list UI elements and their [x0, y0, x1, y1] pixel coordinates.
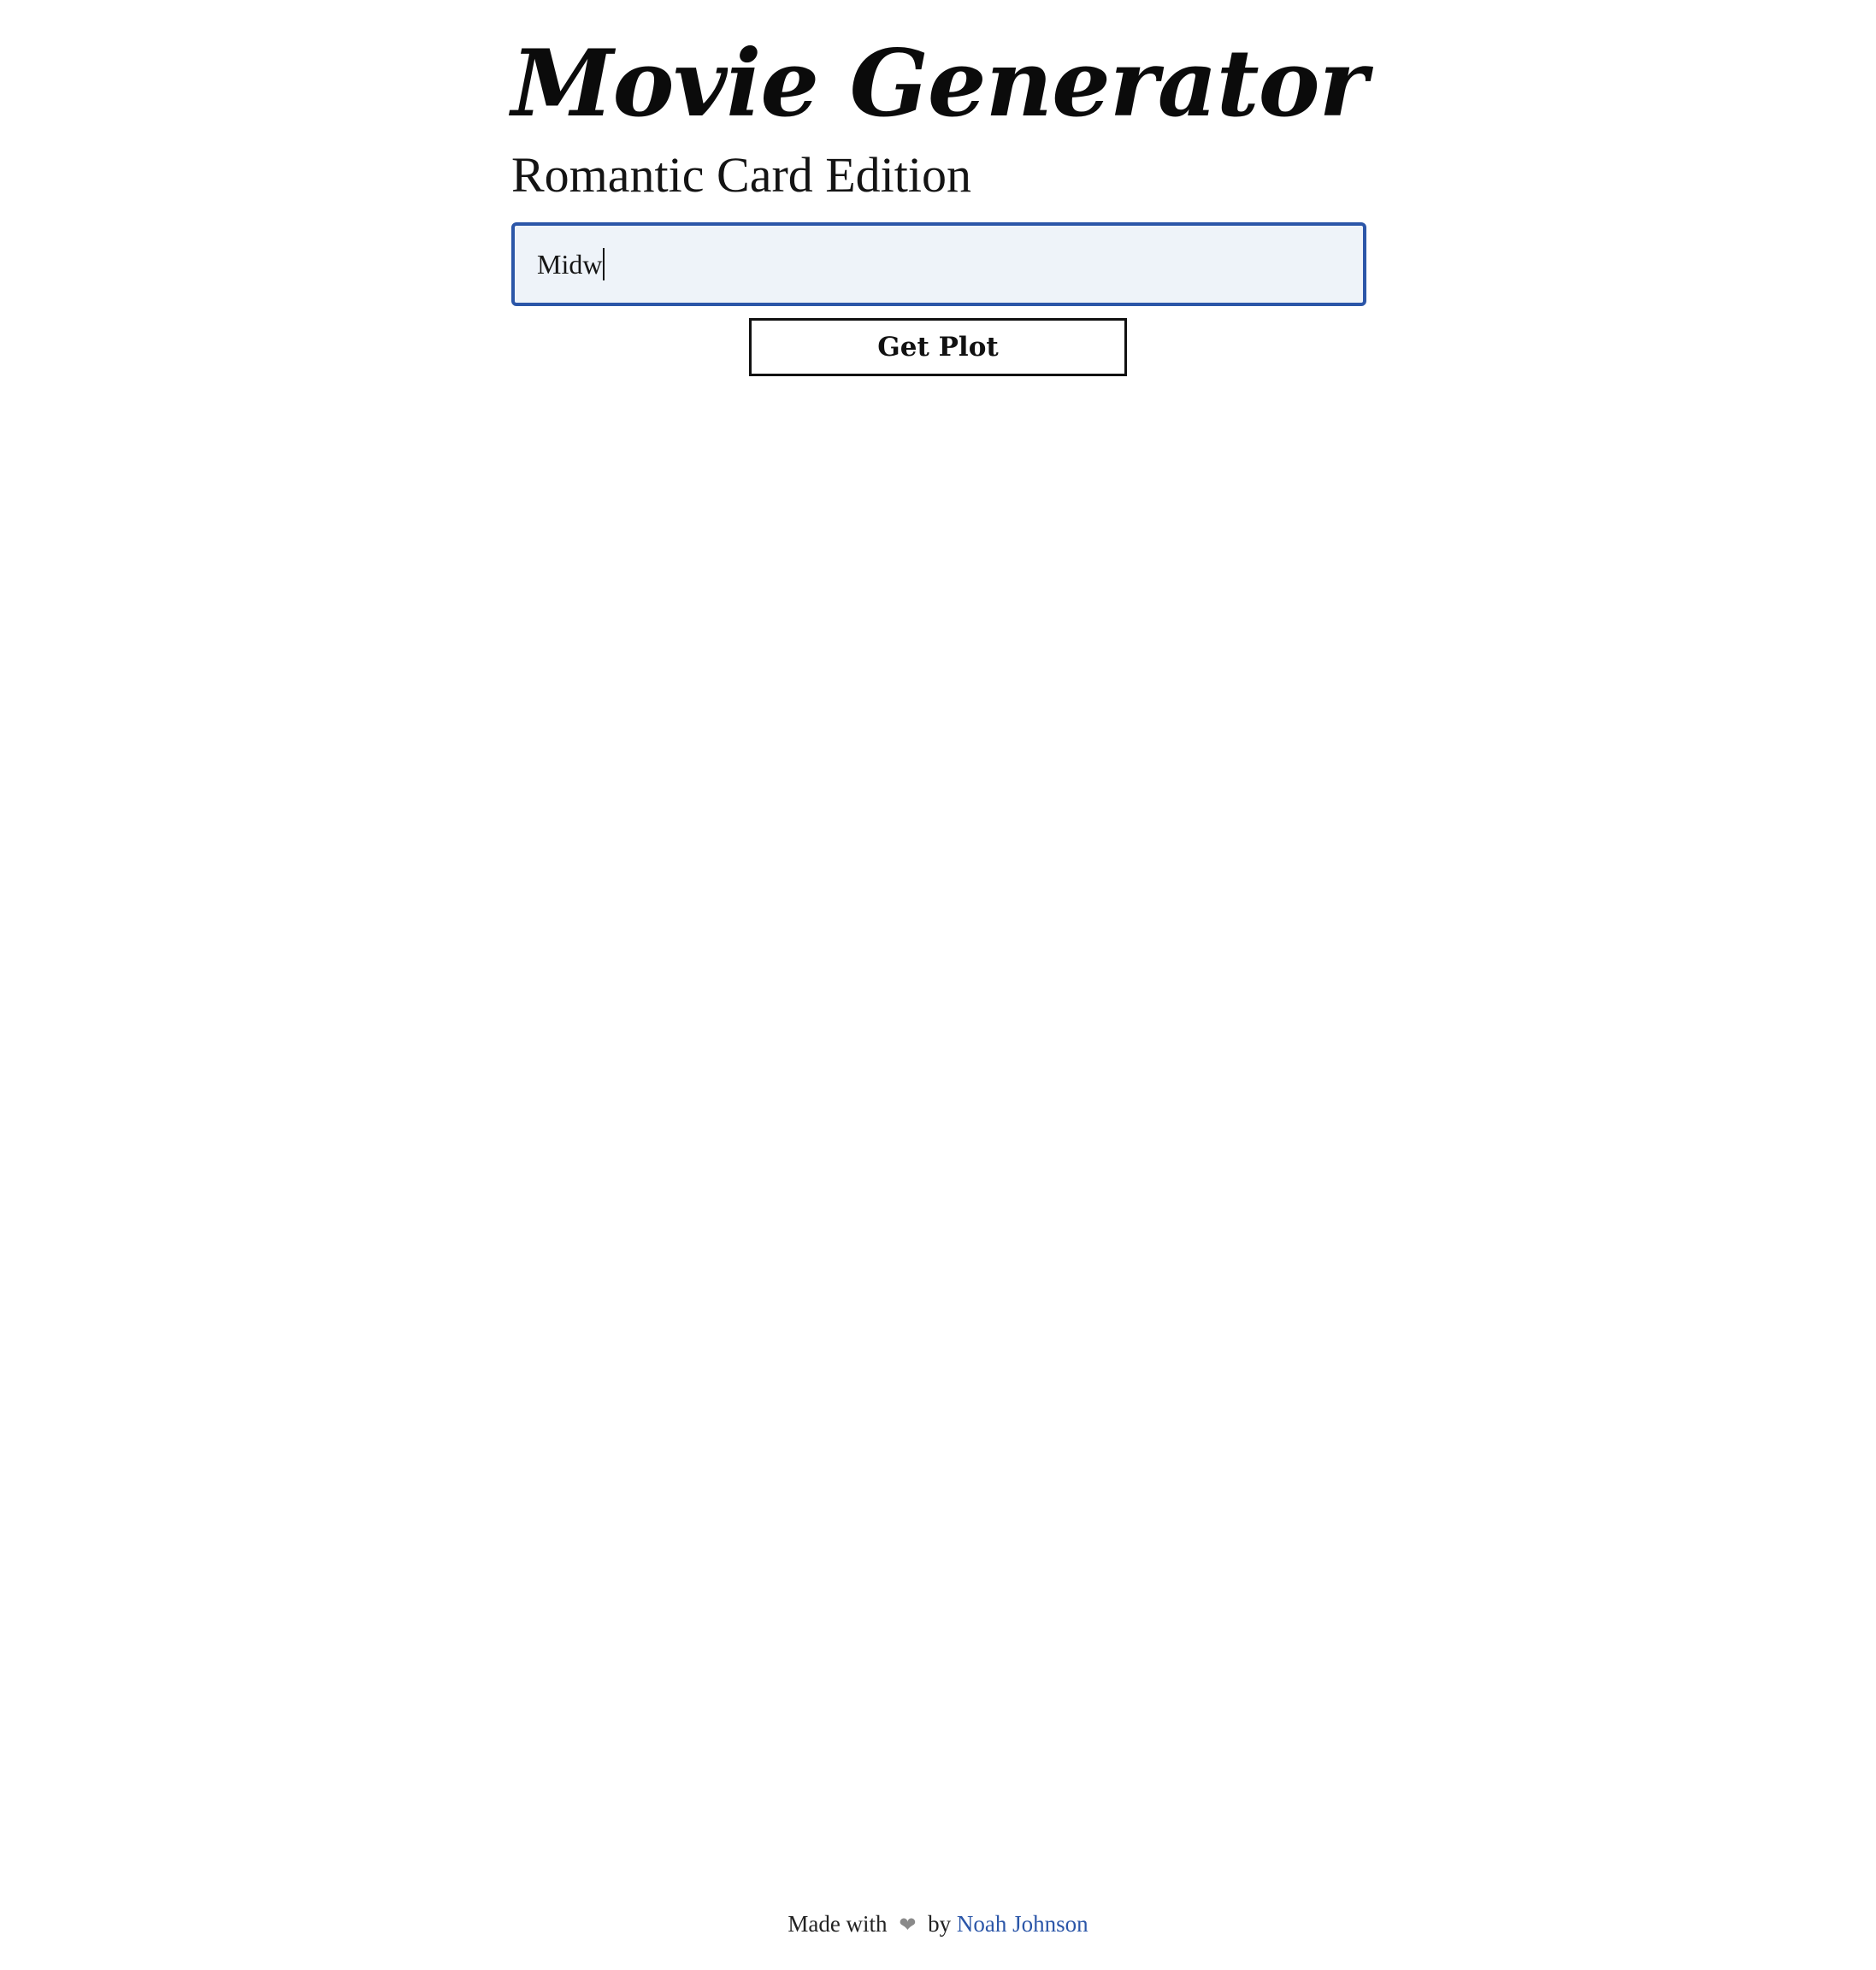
author-link[interactable]: Noah Johnson	[957, 1911, 1088, 1937]
get-plot-button[interactable]: Get Plot	[749, 318, 1127, 376]
footer-made-with-text: Made with	[788, 1911, 888, 1937]
heart-icon: ❤	[899, 1914, 917, 1937]
page-subtitle: Romantic Card Edition	[511, 147, 972, 203]
footer: Made with ❤ by Noah Johnson	[0, 1908, 1876, 1941]
page-title: Movie Generator	[511, 30, 1368, 138]
movie-title-input[interactable]: Midw	[511, 222, 1366, 306]
footer-by-text: by	[928, 1911, 952, 1937]
movie-title-input-value: Midw	[537, 249, 603, 280]
text-caret	[603, 248, 605, 280]
